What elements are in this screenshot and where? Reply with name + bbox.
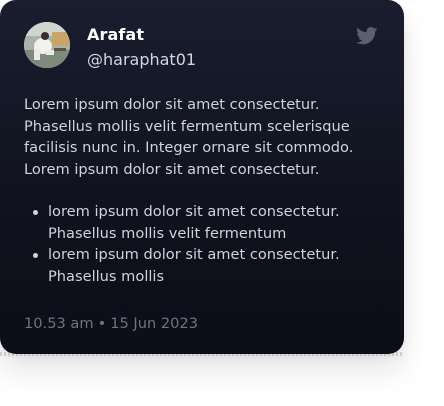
avatar-photo (24, 22, 70, 68)
card-bottom-edge (0, 352, 404, 356)
tweet-timestamp[interactable]: 10.53 am • 15 Jun 2023 (24, 315, 198, 332)
tweet-date: 15 Jun 2023 (110, 315, 198, 332)
tweet-body: Lorem ipsum dolor sit amet consectetur. … (24, 94, 384, 287)
page: Arafat @haraphat01 Lorem ipsum dolor sit… (0, 0, 444, 406)
author-handle[interactable]: @haraphat01 (87, 50, 196, 69)
list-item: lorem ipsum dolor sit amet consectetur. … (33, 244, 384, 287)
tweet-paragraph: Lorem ipsum dolor sit amet consectetur. … (24, 96, 354, 178)
twitter-bird-icon[interactable] (356, 27, 378, 45)
avatar[interactable] (24, 22, 70, 68)
meta-separator: • (97, 315, 107, 332)
author-name[interactable]: Arafat (87, 25, 144, 44)
tweet-time: 10.53 am (24, 315, 94, 332)
tweet-card[interactable]: Arafat @haraphat01 Lorem ipsum dolor sit… (0, 0, 404, 356)
tweet-bullet-list: lorem ipsum dolor sit amet consectetur. … (24, 201, 384, 287)
list-item: lorem ipsum dolor sit amet consectetur. … (33, 201, 384, 244)
